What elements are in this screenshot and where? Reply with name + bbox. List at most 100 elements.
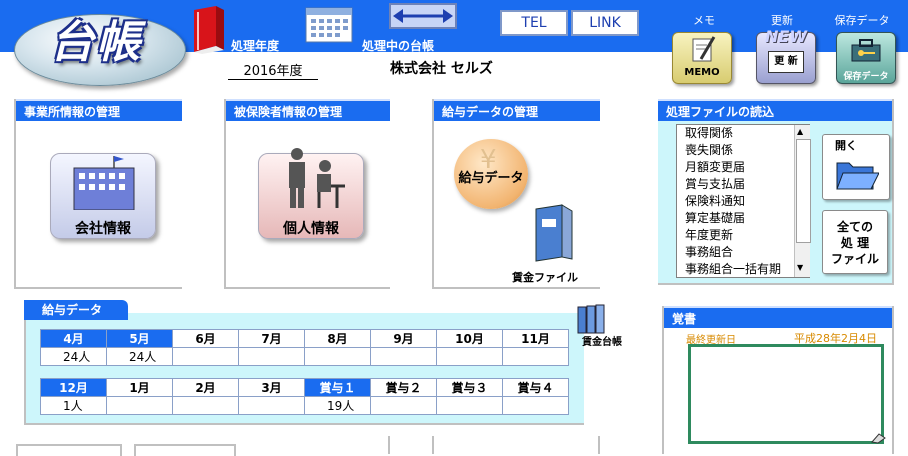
update-caption: 更新	[771, 14, 793, 27]
update-new-text: NEW	[765, 27, 807, 46]
year-value: 2016年度	[228, 60, 318, 80]
count-cell	[370, 396, 437, 415]
building-icon	[73, 156, 135, 210]
count-cell	[304, 347, 371, 366]
file-load-title: 処理ファイルの読込	[658, 99, 892, 121]
file-item[interactable]: 保険料通知	[677, 193, 809, 210]
bonus-header-2[interactable]: 賞与２	[370, 378, 437, 397]
bottom-panel-1	[16, 444, 122, 456]
count-cell	[370, 347, 437, 366]
count-cell	[106, 396, 173, 415]
double-arrow-icon	[393, 9, 453, 23]
salary-panel-title: 給与データの管理	[434, 99, 600, 121]
month-header-mar[interactable]: 3月	[238, 378, 305, 397]
eraser-icon[interactable]	[870, 432, 886, 444]
bottom-panel-2	[134, 444, 236, 456]
file-item[interactable]: 事務組合	[677, 244, 809, 261]
salary-panel: 給与データの管理 ¥ 給与データ	[432, 99, 600, 289]
file-item[interactable]: 賞与支払届	[677, 176, 809, 193]
bonus-header-4[interactable]: 賞与４	[502, 378, 569, 397]
payroll-table-1: 4月 5月 6月 7月 8月 9月 10月 11月 24人 24人	[40, 329, 569, 366]
memo-caption: メモ	[693, 14, 715, 27]
company-info-label: 会社情報	[75, 221, 131, 237]
month-header-nov[interactable]: 11月	[502, 329, 569, 348]
count-cell	[502, 396, 569, 415]
count-cell	[436, 396, 503, 415]
count-cell	[502, 347, 569, 366]
count-cell	[238, 396, 305, 415]
divider	[388, 436, 390, 454]
scroll-thumb[interactable]	[796, 139, 811, 243]
memo-textarea[interactable]	[688, 344, 884, 444]
bonus-header-1[interactable]: 賞与１	[304, 378, 371, 397]
month-header-feb[interactable]: 2月	[172, 378, 239, 397]
year-book-icon[interactable]	[190, 6, 226, 54]
logo-text: 台帳	[50, 17, 142, 68]
file-item[interactable]: 年度更新	[677, 227, 809, 244]
tel-button[interactable]: TEL	[500, 10, 568, 36]
current-ledger-label: 処理中の台帳	[362, 39, 435, 53]
divider	[432, 436, 434, 454]
save-icon-text: 保存データ	[843, 72, 889, 82]
open-button[interactable]: 開く	[822, 134, 890, 200]
all-files-button[interactable]: 全ての 処 理 ファイル	[822, 210, 888, 274]
insured-panel-title: 被保険者情報の管理	[226, 99, 390, 121]
update-button[interactable]: NEW 更 新	[756, 27, 816, 84]
insured-panel: 被保険者情報の管理 個人情報	[224, 99, 390, 289]
month-header-sep[interactable]: 9月	[370, 329, 437, 348]
count-cell: 1人	[40, 396, 107, 415]
memo-icon-text: MEMO	[684, 67, 720, 78]
file-item[interactable]: 取得関係	[677, 125, 809, 142]
binder-icon[interactable]	[530, 203, 576, 263]
memo-button[interactable]: MEMO	[672, 32, 732, 84]
month-header-jun[interactable]: 6月	[172, 329, 239, 348]
file-item[interactable]: 月額変更届	[677, 159, 809, 176]
month-header-dec[interactable]: 12月	[40, 378, 107, 397]
salary-data-label: 給与データ	[458, 171, 524, 186]
open-folder-icon	[836, 162, 879, 190]
calendar-icon[interactable]	[302, 6, 356, 44]
people-icon	[289, 148, 345, 208]
month-header-jul[interactable]: 7月	[238, 329, 305, 348]
company-info-button[interactable]: 会社情報	[50, 153, 156, 239]
month-header-jan[interactable]: 1月	[106, 378, 173, 397]
count-cell: 24人	[106, 347, 173, 366]
update-icon-text: 更 新	[768, 51, 804, 73]
save-data-button[interactable]: 保存データ	[836, 32, 896, 84]
memo-panel-title: 覚書	[664, 306, 892, 328]
count-cell	[436, 347, 503, 366]
save-caption: 保存データ	[834, 14, 890, 27]
file-item[interactable]: 喪失関係	[677, 142, 809, 159]
office-panel-title: 事業所情報の管理	[16, 99, 182, 121]
personal-info-button[interactable]: 個人情報	[258, 148, 364, 239]
year-label: 処理年度	[231, 39, 280, 53]
company-name: 株式会社 セルズ	[390, 61, 493, 77]
bonus-header-3[interactable]: 賞与３	[436, 378, 503, 397]
payroll-title: 給与データ	[24, 300, 128, 320]
month-header-apr[interactable]: 4月	[40, 329, 107, 348]
memo-pen-icon	[692, 36, 716, 62]
file-list-scrollbar[interactable]: ▲ ▼	[794, 125, 811, 277]
count-cell: 24人	[40, 347, 107, 366]
link-button[interactable]: LINK	[571, 10, 639, 36]
month-header-oct[interactable]: 10月	[436, 329, 503, 348]
count-cell	[172, 347, 239, 366]
file-item[interactable]: 算定基礎届	[677, 210, 809, 227]
payroll-table-2: 12月 1月 2月 3月 賞与１ 賞与２ 賞与３ 賞与４ 1人 19人	[40, 378, 569, 415]
salary-data-button[interactable]: ¥ 給与データ	[454, 139, 528, 209]
wage-file-label[interactable]: 賃金ファイル	[512, 269, 578, 285]
ledger-binders-icon[interactable]	[576, 303, 612, 335]
divider	[598, 436, 600, 454]
month-header-aug[interactable]: 8月	[304, 329, 371, 348]
scroll-down-icon[interactable]: ▼	[797, 263, 803, 272]
month-header-may[interactable]: 5月	[106, 329, 173, 348]
scroll-up-icon[interactable]: ▲	[797, 127, 803, 136]
file-item[interactable]: 事務組合一括有期	[677, 261, 809, 277]
personal-info-label: 個人情報	[283, 221, 339, 237]
switch-arrow-button[interactable]	[389, 3, 457, 29]
ledger-label[interactable]: 賃金台帳	[582, 333, 622, 348]
office-panel: 事業所情報の管理 会社情報	[14, 99, 182, 289]
file-list[interactable]: 取得関係 喪失関係 月額変更届 賞与支払届 保険料通知 算定基礎届 年度更新 事…	[676, 124, 810, 278]
toolbox-key-icon	[851, 39, 881, 62]
count-cell: 19人	[304, 396, 371, 415]
